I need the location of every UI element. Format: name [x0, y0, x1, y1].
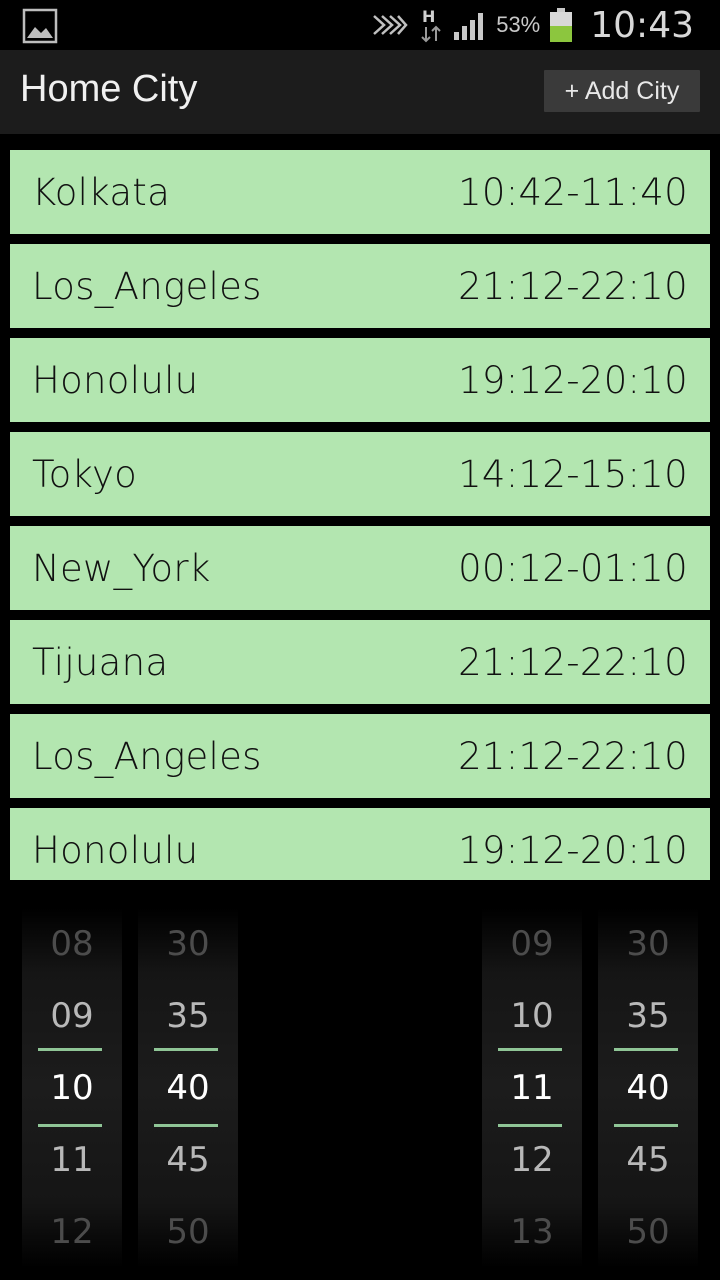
end-minute-picker[interactable]: 30 35 40 45 50	[598, 908, 698, 1268]
picker-value: 09	[50, 996, 94, 1036]
selection-divider	[38, 1048, 102, 1051]
picker-value: 12	[50, 1212, 94, 1252]
picker-selected-value: 40	[626, 1068, 670, 1108]
svg-text:H: H	[422, 7, 435, 26]
selection-divider	[614, 1048, 678, 1051]
city-name: Honolulu	[32, 358, 199, 402]
nfc-icon	[373, 15, 408, 35]
picker-value: 08	[50, 924, 94, 964]
city-row[interactable]: Honolulu 19:12-20:10	[10, 338, 710, 422]
start-hour-picker[interactable]: 08 09 10 11 12	[22, 908, 122, 1268]
selection-divider	[154, 1048, 218, 1051]
page-title: Home City	[20, 68, 198, 110]
city-name: Kolkata	[32, 170, 171, 214]
city-row[interactable]: Kolkata 10:42-11:40	[10, 150, 710, 234]
picker-selected-value: 11	[510, 1068, 554, 1108]
picker-selected-value: 10	[50, 1068, 94, 1108]
city-row[interactable]: Tokyo 14:12-15:10	[10, 432, 710, 516]
city-time-range: 19:12-20:10	[458, 828, 688, 872]
picker-value: 30	[626, 924, 670, 964]
city-time-range: 21:12-22:10	[458, 734, 688, 778]
h-data-icon: H	[421, 7, 441, 43]
selection-divider	[614, 1124, 678, 1127]
selection-divider	[498, 1124, 562, 1127]
action-bar: Home City + Add City	[0, 50, 720, 134]
signal-icon	[454, 13, 484, 40]
city-row[interactable]: Tijuana 21:12-22:10	[10, 620, 710, 704]
picker-value: 50	[166, 1212, 210, 1252]
picker-value: 50	[626, 1212, 670, 1252]
city-name: Los_Angeles	[32, 264, 262, 308]
city-name: Tokyo	[32, 452, 138, 496]
city-row[interactable]: Los_Angeles 21:12-22:10	[10, 714, 710, 798]
selection-divider	[154, 1124, 218, 1127]
selection-divider	[38, 1124, 102, 1127]
city-row[interactable]: Los_Angeles 21:12-22:10	[10, 244, 710, 328]
add-city-button[interactable]: + Add City	[544, 70, 700, 112]
picker-value: 11	[50, 1140, 94, 1180]
city-time-range: 00:12-01:10	[458, 546, 688, 590]
city-time-range: 21:12-22:10	[458, 640, 688, 684]
clock: 10:43	[590, 4, 694, 46]
picker-value: 09	[510, 924, 554, 964]
selection-divider	[498, 1048, 562, 1051]
time-pickers: 08 09 10 11 12 30 35 40 45 50 09 10 11 1…	[0, 908, 720, 1268]
battery-icon	[550, 8, 573, 42]
battery-percent: 53%	[496, 12, 541, 37]
city-name: Los_Angeles	[32, 734, 262, 778]
picker-value: 10	[510, 996, 554, 1036]
picker-value: 45	[166, 1140, 210, 1180]
city-time-range: 14:12-15:10	[458, 452, 688, 496]
image-icon	[22, 8, 58, 44]
picker-value: 13	[510, 1212, 554, 1252]
city-name: Honolulu	[32, 828, 199, 872]
city-row[interactable]: New_York 00:12-01:10	[10, 526, 710, 610]
city-time-range: 19:12-20:10	[458, 358, 688, 402]
picker-value: 35	[166, 996, 210, 1036]
picker-value: 35	[626, 996, 670, 1036]
status-bar: H 53% 10:43	[0, 0, 720, 50]
city-row[interactable]: Honolulu 19:12-20:10	[10, 808, 710, 880]
start-minute-picker[interactable]: 30 35 40 45 50	[138, 908, 238, 1268]
picker-value: 45	[626, 1140, 670, 1180]
end-hour-picker[interactable]: 09 10 11 12 13	[482, 908, 582, 1268]
city-time-range: 10:42-11:40	[458, 170, 688, 214]
picker-value: 12	[510, 1140, 554, 1180]
city-name: Tijuana	[32, 640, 169, 684]
picker-value: 30	[166, 924, 210, 964]
picker-selected-value: 40	[166, 1068, 210, 1108]
city-list[interactable]: Kolkata 10:42-11:40 Los_Angeles 21:12-22…	[10, 150, 710, 880]
city-name: New_York	[32, 546, 211, 590]
city-time-range: 21:12-22:10	[458, 264, 688, 308]
